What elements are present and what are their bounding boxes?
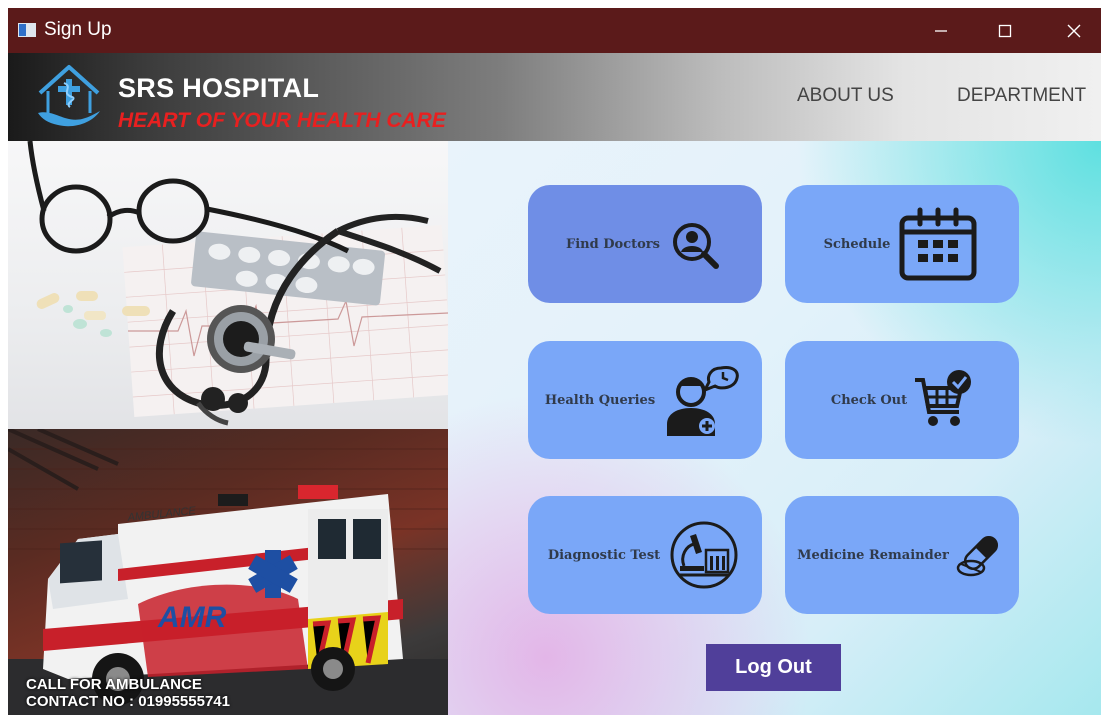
menu-panel: Find Doctors Schedule Health Queries Che… <box>448 141 1101 715</box>
ambulance-contact-text: CONTACT NO : 01995555741 <box>26 693 230 710</box>
ambulance-illustration: AMR AMBULANCE <box>8 429 448 715</box>
medicine-remainder-button[interactable]: Medicine Remainder <box>785 496 1019 614</box>
ambulance-brand: AMR <box>157 601 227 634</box>
health-queries-label: Health Queries <box>544 392 656 408</box>
schedule-label: Schedule <box>823 236 891 252</box>
close-icon <box>1067 24 1081 37</box>
doctor-search-icon <box>672 223 719 269</box>
find-doctors-button[interactable]: Find Doctors <box>528 185 762 303</box>
window-title: Sign Up <box>44 19 112 40</box>
nav-about-us[interactable]: ABOUT US <box>797 85 894 107</box>
logout-button[interactable]: Log Out <box>706 644 841 691</box>
microscope-icon <box>670 521 738 589</box>
title-bar: Sign Up <box>8 8 1101 53</box>
health-queries-button[interactable]: Health Queries <box>528 341 762 459</box>
maximize-button[interactable] <box>982 8 1028 53</box>
hospital-logo-icon <box>38 65 100 127</box>
minimize-icon <box>935 29 947 32</box>
nav-department[interactable]: DEPARTMENT <box>957 85 1086 107</box>
check-out-label: Check Out <box>830 392 908 408</box>
stethoscope-illustration <box>27 141 448 426</box>
stethoscope-image <box>8 141 448 429</box>
find-doctors-label: Find Doctors <box>566 236 660 252</box>
close-button[interactable] <box>1051 8 1097 53</box>
maximize-icon <box>998 24 1012 37</box>
medicine-remainder-label: Medicine Remainder <box>797 547 949 563</box>
brand-name: SRS HOSPITAL <box>118 73 320 103</box>
check-out-button[interactable]: Check Out <box>785 341 1019 459</box>
pill-icon <box>956 535 998 577</box>
app-window: Sign Up SRS HOSPITAL HEART OF YOUR HEALT… <box>8 8 1101 715</box>
ambulance-image: AMR AMBULANCE CALL FOR AMBULANCE CONTACT… <box>8 429 448 715</box>
diagnostic-test-button[interactable]: Diagnostic Test <box>528 496 762 614</box>
calendar-icon <box>899 207 977 281</box>
app-icon <box>18 23 36 37</box>
minimize-button[interactable] <box>918 8 964 53</box>
schedule-button[interactable]: Schedule <box>785 185 1019 303</box>
ambulance-call-text: CALL FOR AMBULANCE <box>26 676 202 693</box>
brand-tagline: HEART OF YOUR HEALTH CARE <box>118 109 446 132</box>
cart-check-icon <box>915 370 972 426</box>
doctor-chat-icon <box>667 366 739 436</box>
diagnostic-test-label: Diagnostic Test <box>547 547 661 563</box>
header-bar: SRS HOSPITAL HEART OF YOUR HEALTH CARE A… <box>8 53 1101 141</box>
